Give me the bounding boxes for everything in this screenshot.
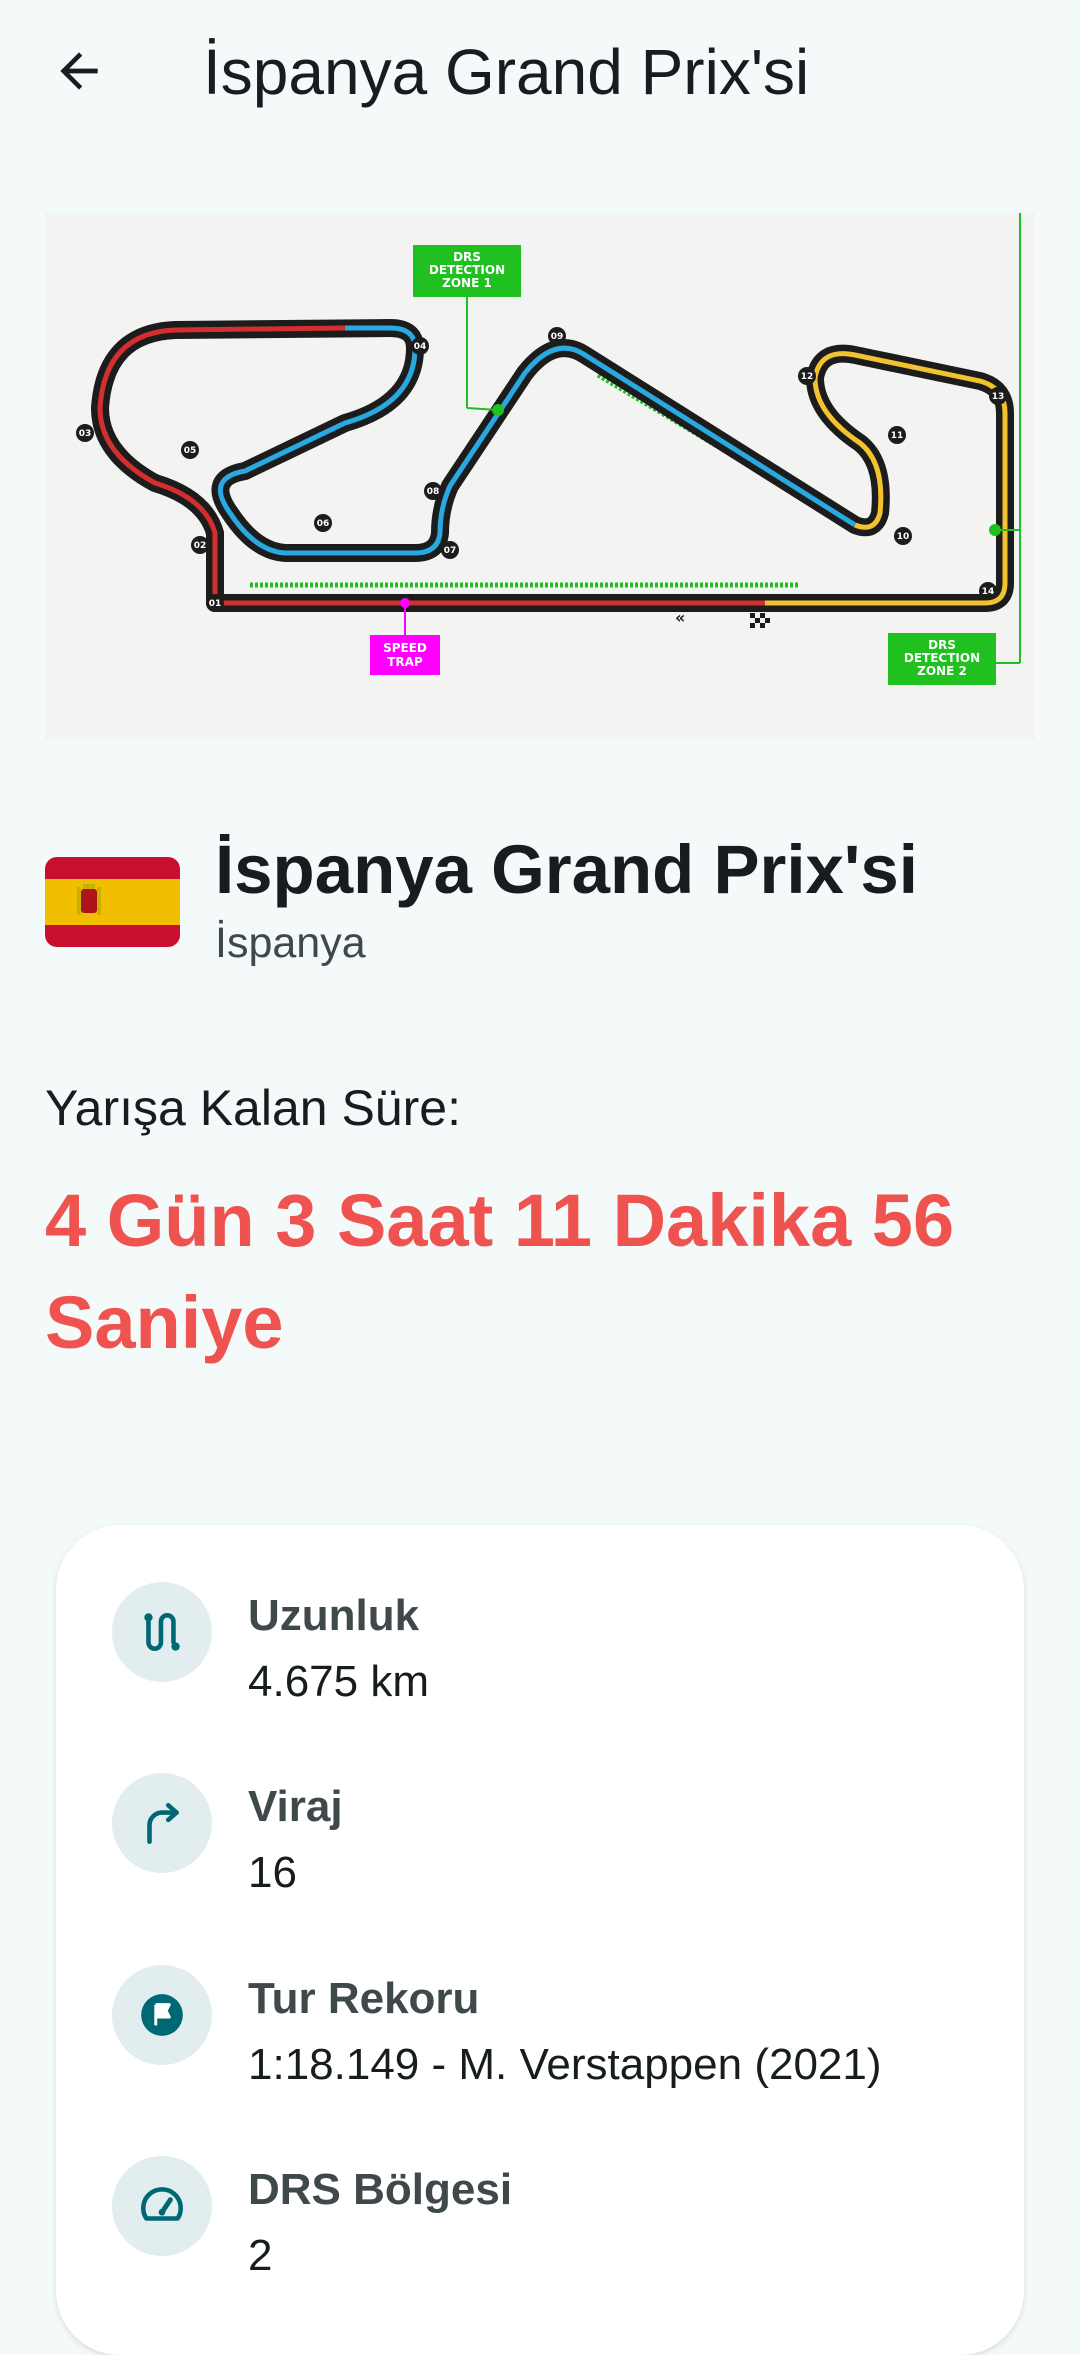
info-value: 2	[248, 2231, 273, 2280]
info-label: Viraj	[248, 1782, 343, 1831]
info-label: Tur Rekoru	[248, 1974, 480, 2023]
app-bar: İspanya Grand Prix'si	[0, 0, 1080, 150]
info-label: Uzunluk	[248, 1591, 420, 1640]
info-label: DRS Bölgesi	[248, 2165, 513, 2214]
info-row-lap-record: Tur Rekoru 1:18.149 - M. Verstappen (202…	[112, 1965, 982, 2089]
arrow-back-icon	[60, 52, 98, 90]
drs-zone-1-line: DETECTION	[429, 263, 505, 277]
corner-label: 10	[897, 532, 910, 542]
corner-label: 14	[982, 587, 995, 597]
corner-label: 13	[992, 392, 1005, 402]
drs-zone-1-line: DRS	[453, 250, 481, 264]
info-row-turns: Viraj 16	[112, 1773, 982, 1897]
corner-label: 04	[414, 342, 427, 352]
speed-trap-line: SPEED	[383, 641, 427, 655]
circuit-layout-image: 01 02 03 04 05 06 07 08 09 10 11 12 13 1…	[76, 213, 1021, 685]
drs-zone-2-line: ZONE 2	[917, 664, 967, 678]
info-value: 16	[248, 1848, 297, 1897]
circuit-info-card: Uzunluk 4.675 km Viraj 16 Tur Rekoru 1:1…	[56, 1525, 1024, 2355]
drs-zone-2-line: DRS	[928, 638, 956, 652]
flag-icon	[112, 1965, 212, 2065]
corner-label: 11	[891, 431, 904, 441]
info-row-drs-zones: DRS Bölgesi 2	[112, 2156, 982, 2280]
speed-trap-line: TRAP	[387, 655, 423, 669]
info-value: 1:18.149 - M. Verstappen (2021)	[248, 2040, 882, 2089]
svg-text:«: «	[675, 608, 685, 627]
info-value: 4.675 km	[248, 1657, 429, 1706]
race-name: İspanya Grand Prix'si	[215, 831, 918, 908]
corner-label: 02	[194, 541, 207, 551]
page-title: İspanya Grand Prix'si	[203, 36, 810, 108]
info-row-length: Uzunluk 4.675 km	[112, 1582, 982, 1706]
drs-zone-2-line: DETECTION	[904, 651, 980, 665]
corner-label: 01	[209, 599, 222, 609]
back-button[interactable]	[38, 30, 120, 112]
spain-flag-icon	[45, 857, 180, 947]
circuit-map: 01 02 03 04 05 06 07 08 09 10 11 12 13 1…	[45, 213, 1035, 739]
corner-label: 08	[427, 487, 440, 497]
drs-zone-1-line: ZONE 1	[442, 276, 492, 290]
corner-label: 07	[444, 546, 457, 556]
corner-label: 09	[551, 332, 564, 342]
turn-right-icon	[112, 1773, 212, 1873]
corner-label: 12	[801, 372, 814, 382]
countdown-value: 4 Gün 3 Saat 11 Dakika 56 Saniye	[45, 1179, 955, 1364]
corner-label: 05	[184, 446, 197, 456]
countdown-label: Yarışa Kalan Süre:	[45, 1080, 461, 1136]
corner-label: 06	[317, 519, 330, 529]
corner-label: 03	[79, 429, 92, 439]
speed-icon	[112, 2156, 212, 2256]
route-icon	[112, 1582, 212, 1682]
race-country: İspanya	[215, 919, 366, 967]
race-header: İspanya Grand Prix'si İspanya	[45, 820, 1035, 980]
